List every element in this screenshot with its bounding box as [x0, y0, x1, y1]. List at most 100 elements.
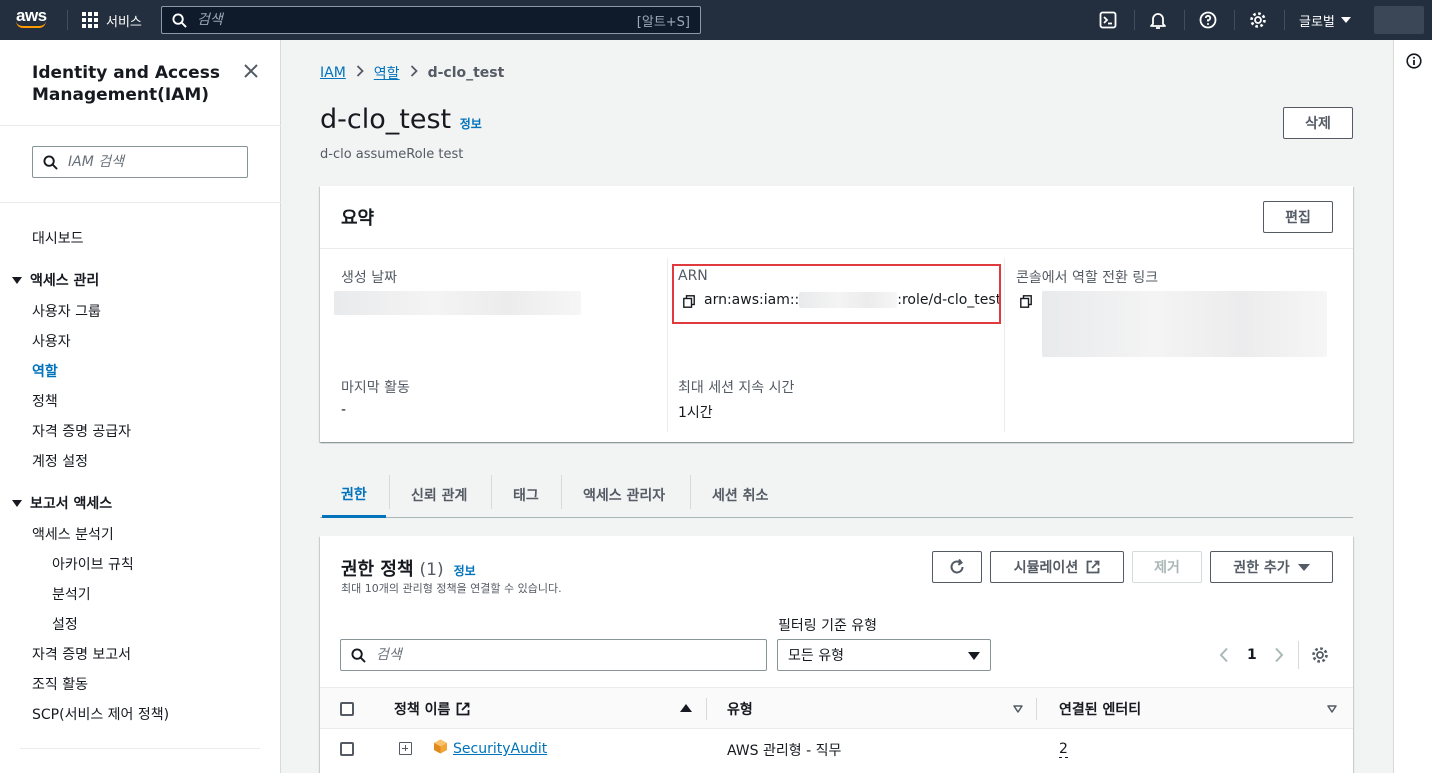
breadcrumb-roles[interactable]: 역할 [374, 63, 400, 83]
global-search[interactable]: [알트+S] [161, 6, 701, 34]
policy-search[interactable] [340, 639, 767, 671]
delete-button[interactable]: 삭제 [1283, 107, 1353, 139]
tab-access-advisor[interactable]: 액세스 관리자 [583, 472, 665, 518]
region-selector[interactable]: 글로벌 [1299, 0, 1351, 40]
sidebar-item-scp[interactable]: SCP(서비스 제어 정책) [32, 704, 169, 724]
tab-divider [690, 475, 691, 509]
policy-name-link[interactable]: SecurityAudit [453, 741, 547, 757]
sidebar-item-account-settings[interactable]: 계정 설정 [32, 451, 88, 471]
gear-icon[interactable] [1248, 10, 1268, 30]
tab-permissions[interactable]: 권한 [322, 472, 386, 518]
policies-description: 최대 10개의 관리형 정책을 연결할 수 있습니다. [341, 582, 562, 595]
sidebar-item-archive-rules[interactable]: 아카이브 규칙 [52, 554, 134, 574]
refresh-button[interactable] [932, 551, 982, 583]
gear-icon[interactable] [1311, 646, 1329, 664]
table-row: SecurityAudit AWS 관리형 - 직무 2 [320, 729, 1353, 769]
sidebar-search-input[interactable] [68, 154, 228, 170]
global-search-input[interactable] [197, 12, 617, 28]
sidebar-item-user-groups[interactable]: 사용자 그룹 [32, 301, 101, 321]
nav-divider [1284, 10, 1285, 30]
column-divider [667, 258, 668, 432]
sidebar-item-roles[interactable]: 역할 [32, 361, 58, 381]
sort-ascending-icon[interactable] [680, 704, 692, 712]
nav-divider [1184, 10, 1185, 30]
breadcrumb-iam[interactable]: IAM [320, 65, 346, 81]
select-all-checkbox[interactable] [340, 702, 354, 716]
simulate-button-label: 시뮬레이션 [1013, 560, 1079, 576]
cloudshell-icon[interactable] [1098, 10, 1118, 30]
sidebar-item-users[interactable]: 사용자 [32, 331, 71, 351]
type-filter-select[interactable]: 모든 유형 [777, 639, 991, 671]
type-filter-value: 모든 유형 [788, 648, 844, 664]
chevron-left-icon[interactable] [1219, 647, 1229, 663]
column-header-attached-entities[interactable]: 연결된 엔터티 [1059, 699, 1141, 719]
info-icon[interactable] [1406, 53, 1422, 69]
policy-search-input[interactable] [376, 647, 676, 663]
tab-tags[interactable]: 태그 [513, 472, 539, 518]
simulate-button[interactable]: 시뮬레이션 [990, 551, 1124, 583]
column-header-label: 정책 이름 [394, 702, 451, 718]
add-permissions-button[interactable]: 권한 추가 [1210, 551, 1333, 583]
breadcrumb: IAM 역할 d-clo_test [320, 63, 504, 83]
nav-divider [1234, 10, 1235, 30]
page-title: d-clo_test [320, 104, 452, 135]
tab-revoke-sessions[interactable]: 세션 취소 [712, 472, 768, 518]
search-shortcut-hint: [알트+S] [636, 14, 690, 30]
chevron-right-icon[interactable] [1274, 647, 1284, 663]
sidebar-item-analyzer-settings[interactable]: 설정 [52, 614, 78, 634]
info-link[interactable]: 정보 [460, 117, 482, 131]
attached-entities-count[interactable]: 2 [1059, 741, 1068, 758]
remove-button[interactable]: 제거 [1132, 551, 1202, 583]
column-header-policy-name[interactable]: 정책 이름 [394, 699, 470, 719]
filter-type-label: 필터링 기준 유형 [778, 618, 878, 634]
chevron-right-icon [410, 65, 418, 81]
sidebar-section-access-reports[interactable]: 보고서 액세스 [12, 493, 112, 513]
tab-trust-relationships[interactable]: 신뢰 관계 [411, 472, 467, 518]
caret-down-icon [968, 652, 980, 660]
sidebar-item-credential-report[interactable]: 자격 증명 보고서 [32, 644, 131, 664]
column-divider [1004, 258, 1005, 432]
sidebar-item-identity-providers[interactable]: 자격 증명 공급자 [32, 421, 131, 441]
info-link[interactable]: 정보 [454, 562, 476, 579]
sort-icon[interactable] [1013, 705, 1023, 713]
caret-down-icon [1340, 17, 1351, 23]
sidebar-search[interactable] [32, 146, 248, 178]
services-label: 서비스 [106, 14, 142, 30]
sidebar-item-organization-activity[interactable]: 조직 활동 [32, 674, 88, 694]
sidebar-divider [20, 748, 260, 749]
switch-role-link-redacted [1042, 291, 1327, 357]
sidebar-section-label: 보고서 액세스 [30, 496, 113, 512]
page-number[interactable]: 1 [1247, 647, 1257, 663]
sidebar-item-policies[interactable]: 정책 [32, 391, 58, 411]
bell-icon[interactable] [1148, 10, 1168, 30]
row-checkbox[interactable] [340, 742, 354, 756]
sidebar-item-access-analyzer[interactable]: 액세스 분석기 [32, 524, 114, 544]
tools-panel-rail [1393, 40, 1432, 773]
account-menu[interactable] [1374, 6, 1424, 34]
sidebar-title: Identity and Access Management(IAM) [32, 63, 220, 105]
help-icon[interactable] [1198, 10, 1218, 30]
aws-logo-text: aws [16, 6, 47, 25]
close-icon[interactable] [242, 62, 260, 80]
sidebar-item-dashboard[interactable]: 대시보드 [32, 228, 84, 248]
column-divider [1036, 698, 1037, 720]
edit-button[interactable]: 편집 [1263, 201, 1333, 233]
copy-icon[interactable] [1020, 295, 1032, 308]
sidebar-section-label: 액세스 관리 [30, 273, 100, 289]
expand-icon[interactable] [399, 742, 412, 755]
sidebar-section-access-management[interactable]: 액세스 관리 [12, 270, 99, 290]
sidebar-item-analyzers[interactable]: 분석기 [52, 584, 91, 604]
aws-logo[interactable]: aws [16, 6, 52, 32]
role-tabs: 권한 신뢰 관계 태그 액세스 관리자 세션 취소 [320, 472, 1353, 518]
column-header-type[interactable]: 유형 [727, 699, 753, 719]
policies-header: 권한 정책 (1) 정보 [341, 555, 476, 581]
created-date-redacted [334, 291, 581, 315]
sort-icon[interactable] [1327, 705, 1337, 713]
created-date-label: 생성 날짜 [341, 270, 397, 286]
pagination-divider [1298, 641, 1299, 669]
tab-divider [491, 475, 492, 509]
caret-down-icon [1297, 563, 1310, 571]
sidebar-divider [0, 125, 281, 126]
services-menu-button[interactable]: 서비스 [82, 0, 142, 40]
refresh-icon [950, 558, 964, 574]
